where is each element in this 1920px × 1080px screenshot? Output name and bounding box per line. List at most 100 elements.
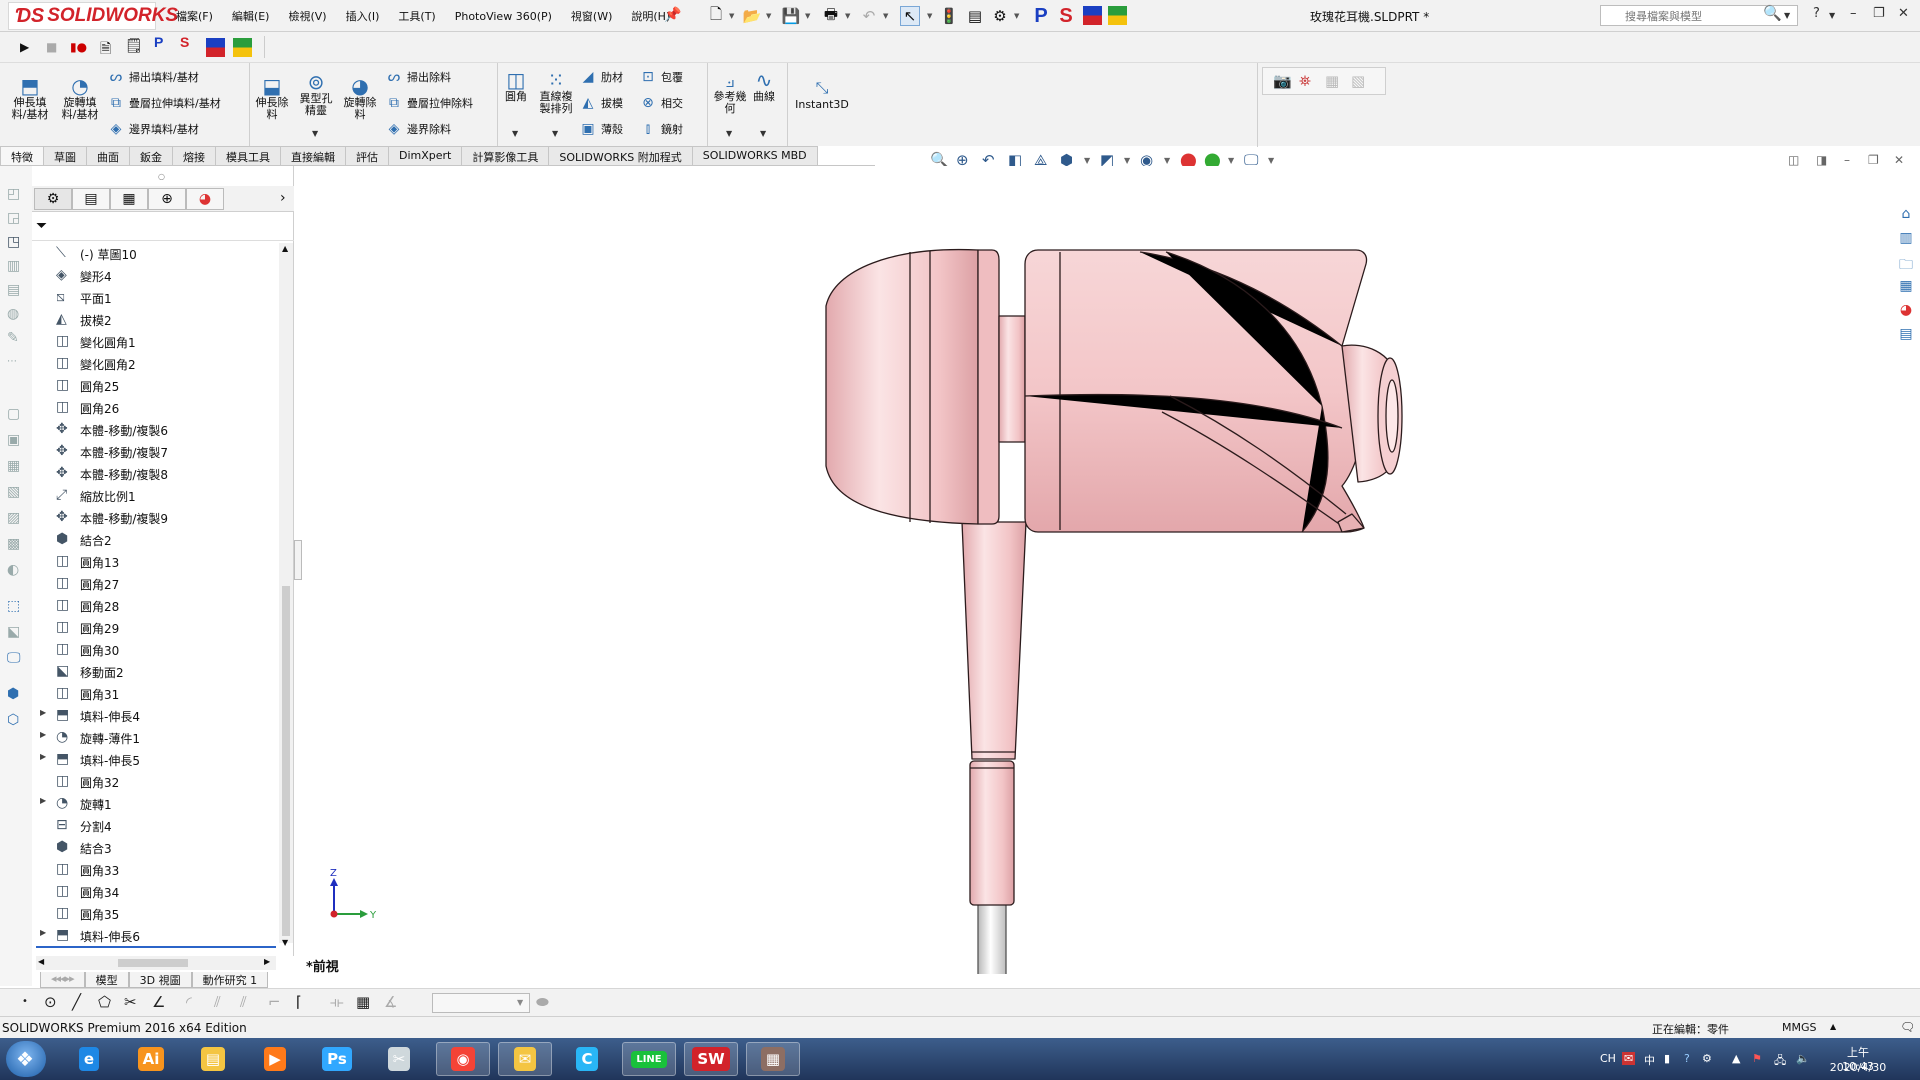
combo-dropdown-icon[interactable]: ▼ bbox=[517, 998, 523, 1007]
taskbar-line-button[interactable]: LINE bbox=[622, 1042, 676, 1076]
tray-language[interactable]: CH bbox=[1600, 1052, 1616, 1065]
camera-icon[interactable]: 📷 bbox=[1273, 72, 1292, 90]
help-dropdown-icon[interactable]: ▼ bbox=[1829, 11, 1835, 20]
circle-tool-icon[interactable]: ⊙ bbox=[44, 993, 57, 1011]
strip-tool-2-icon[interactable]: ◲ bbox=[7, 210, 20, 226]
strip-tool-12-icon[interactable]: ▨ bbox=[7, 510, 20, 526]
taskbar-c-app-button[interactable]: C bbox=[560, 1042, 614, 1076]
instant3d-button[interactable]: ⤡ Instant3D bbox=[792, 77, 852, 111]
viewport-prev-icon[interactable]: ◫ bbox=[1788, 153, 1799, 167]
strip-tool-13-icon[interactable]: ▩ bbox=[7, 536, 20, 552]
tree-item[interactable]: ◫ 圓角29 bbox=[32, 617, 282, 639]
panel-grip-icon[interactable]: ○ bbox=[158, 172, 165, 181]
lofted-cut-button[interactable]: ⧉ 疊層拉伸除料 bbox=[386, 95, 473, 111]
close-icon[interactable]: ✕ bbox=[1898, 6, 1909, 21]
shell-button[interactable]: ▣ 薄殼 bbox=[580, 121, 623, 137]
curves-button[interactable]: ∿ 曲線 bbox=[746, 69, 782, 103]
fillet-dropdown-icon[interactable]: ▼ bbox=[512, 129, 518, 138]
macro-s-icon-2[interactable]: S bbox=[180, 34, 189, 50]
view-orientation-dropdown-icon[interactable]: ▼ bbox=[1084, 156, 1090, 165]
line-tool-icon[interactable]: ╱ bbox=[72, 993, 81, 1011]
taskbar-photoshop-button[interactable]: Ps bbox=[310, 1042, 364, 1076]
corner-icon[interactable]: ⌐ bbox=[268, 993, 281, 1011]
strip-tool-10-icon[interactable]: ▦ bbox=[7, 458, 20, 474]
tree-item[interactable]: ◫ 圓角33 bbox=[32, 859, 282, 881]
tray-settings-icon[interactable]: ⚙ bbox=[1702, 1052, 1712, 1065]
viewport-minimize-icon[interactable]: – bbox=[1844, 153, 1850, 167]
tab-model[interactable]: 模型 bbox=[84, 972, 129, 988]
tree-item[interactable]: ◫ 圓角13 bbox=[32, 551, 282, 573]
panel-splitter[interactable] bbox=[294, 540, 302, 580]
taskbar-image-viewer-button[interactable]: ▦ bbox=[746, 1042, 800, 1076]
new-macro-icon[interactable]: 🗎 bbox=[100, 38, 111, 62]
trim-tool-icon[interactable]: ✂ bbox=[124, 993, 137, 1011]
tray-show-hidden-icon[interactable]: ▲ bbox=[1732, 1052, 1740, 1065]
taskbar-snipping-button[interactable]: ✂ bbox=[372, 1042, 426, 1076]
hide-show-dropdown-icon[interactable]: ▼ bbox=[1164, 156, 1170, 165]
tray-help-icon[interactable]: ? bbox=[1684, 1052, 1690, 1065]
dimension-icon[interactable]: ⟛ bbox=[330, 993, 344, 1011]
scene-dropdown-icon[interactable]: ▼ bbox=[1228, 156, 1234, 165]
macro-p-icon-2[interactable]: P bbox=[154, 34, 163, 50]
scroll-right-icon[interactable]: ▶ bbox=[264, 957, 270, 966]
tree-item[interactable]: ✥ 本體-移動/複製9 bbox=[32, 507, 282, 529]
sketch-extra-icon[interactable]: ⬬ bbox=[536, 993, 549, 1011]
revolved-cut-button[interactable]: ◕ 旋轉除 料 bbox=[338, 75, 382, 121]
angle-icon[interactable]: ∡ bbox=[384, 993, 397, 1011]
reference-dropdown-icon[interactable]: ▼ bbox=[726, 129, 732, 138]
tab-dimxpert[interactable]: DimXpert bbox=[388, 146, 463, 166]
tree-item[interactable]: ⟍ (-) 草圖10 bbox=[32, 243, 282, 265]
tree-item[interactable]: ✥ 本體-移動/複製7 bbox=[32, 441, 282, 463]
configuration-manager-tab-icon[interactable]: ▦ bbox=[110, 188, 148, 210]
status-help-icon[interactable]: 🗨 bbox=[1900, 1020, 1915, 1034]
strip-tool-9-icon[interactable]: ▣ bbox=[7, 432, 20, 448]
scroll-down-icon[interactable]: ▼ bbox=[282, 938, 288, 947]
tray-network-icon[interactable]: 🖧 bbox=[1774, 1052, 1786, 1071]
macro-color-green-yellow-icon[interactable] bbox=[1108, 6, 1127, 25]
pin-icon[interactable]: 📌 bbox=[664, 7, 681, 23]
macro-color-red-blue-icon-2[interactable] bbox=[206, 38, 225, 57]
new-document-icon[interactable]: 🗋 bbox=[706, 5, 726, 26]
hole-wizard-dropdown-icon[interactable]: ▼ bbox=[312, 129, 318, 138]
taskbar-mail-button[interactable]: ✉ bbox=[498, 1042, 552, 1076]
taskbar-explorer-button[interactable]: ▤ bbox=[186, 1042, 240, 1076]
strip-tool-3-icon[interactable]: ◳ bbox=[7, 234, 20, 250]
edit-macro-icon[interactable]: 🗒 bbox=[125, 38, 143, 54]
menu-view[interactable]: 檢視(V) bbox=[288, 8, 326, 24]
strip-tool-1-icon[interactable]: ◰ bbox=[7, 186, 20, 202]
property-manager-tab-icon[interactable]: ▤ bbox=[72, 188, 110, 210]
polygon-tool-icon[interactable]: ⬠ bbox=[98, 993, 111, 1011]
taskbar-ie-button[interactable]: e bbox=[62, 1042, 116, 1076]
render-icon[interactable]: ⛯ bbox=[1299, 72, 1311, 90]
tree-item[interactable]: ◫ 變化圓角2 bbox=[32, 353, 282, 375]
tree-item[interactable]: ⬕ 移動面2 bbox=[32, 661, 282, 683]
lofted-boss-button[interactable]: ⧉ 疊層拉伸填料/基材 bbox=[108, 95, 221, 111]
select-arrow-icon[interactable]: ↖ bbox=[900, 6, 920, 26]
tree-item[interactable]: ◫ 圓角28 bbox=[32, 595, 282, 617]
minimize-icon[interactable]: – bbox=[1850, 6, 1857, 21]
tab-addins[interactable]: SOLIDWORKS 附加程式 bbox=[548, 146, 693, 166]
expand-tabs-chevron-icon[interactable]: › bbox=[280, 190, 286, 206]
solidworks-logo[interactable]: ƊS SOLIDWORKS bbox=[8, 2, 178, 30]
scroll-up-icon[interactable]: ▲ bbox=[282, 244, 288, 253]
tree-item[interactable]: ⬢ 結合3 bbox=[32, 837, 282, 859]
strip-tool-5-icon[interactable]: ▤ bbox=[7, 282, 20, 298]
linear-pattern-button[interactable]: ⁙ 直線複 製排列 bbox=[534, 69, 578, 115]
tree-item[interactable]: ▶ ⬒ 填料-伸長5 bbox=[32, 749, 282, 771]
offset-icon[interactable]: ⫽ bbox=[214, 993, 221, 1011]
strip-tool-11-icon[interactable]: ▧ bbox=[7, 484, 20, 500]
fillet-button[interactable]: ◫ 圓角 bbox=[498, 69, 534, 103]
expand-arrow-icon[interactable]: ▶ bbox=[40, 708, 46, 717]
tree-item[interactable]: ◫ 圓角25 bbox=[32, 375, 282, 397]
render-settings-icon[interactable]: ▦ bbox=[1325, 72, 1339, 90]
taskbar-media-player-button[interactable]: ▶ bbox=[248, 1042, 302, 1076]
file-explorer-icon[interactable]: 🗀 bbox=[1895, 254, 1917, 274]
menu-window[interactable]: 視窗(W) bbox=[571, 8, 612, 24]
macro-s-icon[interactable]: S bbox=[1056, 5, 1076, 27]
tree-item[interactable]: ◭ 拔模2 bbox=[32, 309, 282, 331]
strip-tool-15-icon[interactable]: ⬚ bbox=[7, 598, 20, 614]
strip-tool-17-icon[interactable]: 🖵 bbox=[7, 650, 21, 666]
tray-flag-icon[interactable]: ⚑ bbox=[1752, 1052, 1762, 1065]
tree-item[interactable]: ◫ 圓角30 bbox=[32, 639, 282, 661]
design-library-icon[interactable]: ▥ bbox=[1895, 230, 1917, 250]
